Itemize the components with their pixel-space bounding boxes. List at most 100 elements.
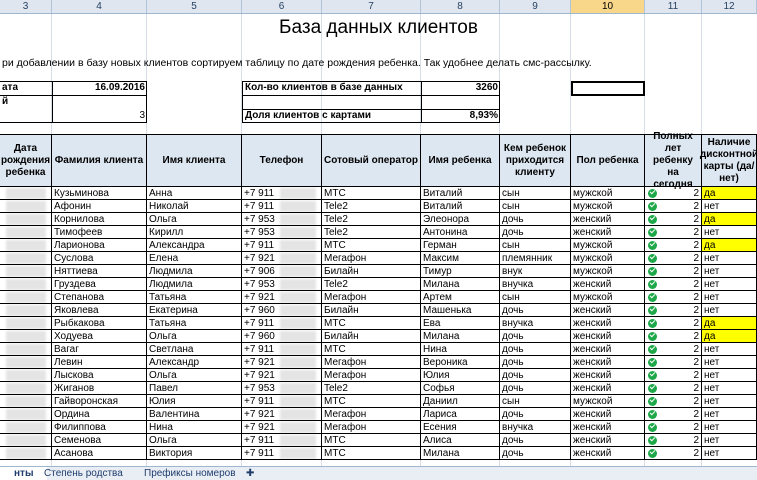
operator-cell[interactable]: Tele2	[322, 200, 421, 213]
phone-cell[interactable]: +7 953	[242, 382, 322, 395]
table-row[interactable]: Лыскова Ольга +7 921 Мегафон Юлия дочь женский…	[0, 369, 757, 382]
phone-cell[interactable]: +7 921	[242, 291, 322, 304]
child-cell[interactable]: Юлия	[421, 369, 500, 382]
card-cell[interactable]: да	[702, 187, 757, 200]
phone-cell[interactable]: +7 921	[242, 369, 322, 382]
table-row[interactable]: Тимофеев Кирилл +7 953 Tele2 Антонина дочь жен…	[0, 226, 757, 239]
phone-cell[interactable]: +7 906	[242, 265, 322, 278]
birth-date-cell[interactable]	[0, 434, 52, 447]
child-cell[interactable]: Даниил	[421, 395, 500, 408]
birth-date-cell[interactable]	[0, 421, 52, 434]
surname-cell[interactable]: Жиганов	[52, 382, 147, 395]
birth-date-cell[interactable]	[0, 369, 52, 382]
table-row[interactable]: Яковлева Екатерина +7 960 Билайн Машенька доч…	[0, 304, 757, 317]
relation-cell[interactable]: внучка	[500, 421, 571, 434]
gender-cell[interactable]: женский	[571, 278, 645, 291]
name-cell[interactable]: Ольга	[147, 434, 242, 447]
table-row[interactable]: Ходуева Ольга +7 960 Билайн Милана дочь женски…	[0, 330, 757, 343]
sheet-grid[interactable]: База данных клиентов ри добавлении в баз…	[0, 14, 757, 466]
card-cell[interactable]: нет	[702, 356, 757, 369]
phone-cell[interactable]: +7 953	[242, 213, 322, 226]
age-cell[interactable]: 2	[645, 447, 702, 460]
age-cell[interactable]: 2	[645, 356, 702, 369]
column-header[interactable]: 12	[702, 0, 757, 13]
phone-cell[interactable]: +7 921	[242, 356, 322, 369]
name-cell[interactable]: Людмила	[147, 265, 242, 278]
operator-cell[interactable]: МТС	[322, 317, 421, 330]
operator-cell[interactable]: Tele2	[322, 278, 421, 291]
birth-date-cell[interactable]	[0, 252, 52, 265]
relation-cell[interactable]: племянник	[500, 252, 571, 265]
surname-cell[interactable]: Семенова	[52, 434, 147, 447]
column-header[interactable]: 5	[147, 0, 242, 13]
card-cell[interactable]: нет	[702, 278, 757, 291]
child-cell[interactable]: Милана	[421, 447, 500, 460]
column-header[interactable]: 4	[52, 0, 147, 13]
table-row[interactable]: Ордина Валентина +7 921 Мегафон Лариса дочь же…	[0, 408, 757, 421]
birth-date-cell[interactable]	[0, 317, 52, 330]
card-cell[interactable]: нет	[702, 447, 757, 460]
birth-date-cell[interactable]	[0, 265, 52, 278]
operator-cell[interactable]: Tele2	[322, 226, 421, 239]
surname-cell[interactable]: Вагаг	[52, 343, 147, 356]
relation-cell[interactable]: внучка	[500, 278, 571, 291]
birth-date-cell[interactable]	[0, 447, 52, 460]
column-header[interactable]: 9	[500, 0, 571, 13]
column-header[interactable]: 8	[421, 0, 500, 13]
operator-cell[interactable]: МТС	[322, 434, 421, 447]
card-cell[interactable]: нет	[702, 304, 757, 317]
column-header[interactable]: 6	[242, 0, 322, 13]
age-cell[interactable]: 2	[645, 421, 702, 434]
operator-cell[interactable]: Мегафон	[322, 408, 421, 421]
name-cell[interactable]: Кирилл	[147, 226, 242, 239]
child-cell[interactable]: Лариса	[421, 408, 500, 421]
child-cell[interactable]: Антонина	[421, 226, 500, 239]
surname-cell[interactable]: Кузьминова	[52, 187, 147, 200]
surname-cell[interactable]: Яковлева	[52, 304, 147, 317]
age-cell[interactable]: 2	[645, 187, 702, 200]
age-cell[interactable]: 2	[645, 291, 702, 304]
operator-cell[interactable]: МТС	[322, 343, 421, 356]
birth-date-cell[interactable]	[0, 187, 52, 200]
gender-cell[interactable]: мужской	[571, 239, 645, 252]
phone-cell[interactable]: +7 911	[242, 187, 322, 200]
birth-date-cell[interactable]	[0, 278, 52, 291]
relation-cell[interactable]: сын	[500, 200, 571, 213]
name-cell[interactable]: Нина	[147, 421, 242, 434]
name-cell[interactable]: Ольга	[147, 213, 242, 226]
card-cell[interactable]: нет	[702, 421, 757, 434]
operator-cell[interactable]: Мегафон	[322, 369, 421, 382]
card-cell[interactable]: нет	[702, 252, 757, 265]
gender-cell[interactable]: женский	[571, 304, 645, 317]
birth-date-cell[interactable]	[0, 239, 52, 252]
phone-cell[interactable]: +7 911	[242, 395, 322, 408]
relation-cell[interactable]: сын	[500, 395, 571, 408]
column-header[interactable]: 7	[322, 0, 421, 13]
name-cell[interactable]: Виктория	[147, 447, 242, 460]
gender-cell[interactable]: мужской	[571, 187, 645, 200]
operator-cell[interactable]: Билайн	[322, 265, 421, 278]
age-cell[interactable]: 2	[645, 252, 702, 265]
card-cell[interactable]: нет	[702, 291, 757, 304]
phone-cell[interactable]: +7 953	[242, 226, 322, 239]
phone-cell[interactable]: +7 953	[242, 278, 322, 291]
birth-date-cell[interactable]	[0, 291, 52, 304]
name-cell[interactable]: Александра	[147, 239, 242, 252]
phone-cell[interactable]: +7 960	[242, 304, 322, 317]
operator-cell[interactable]: МТС	[322, 187, 421, 200]
phone-cell[interactable]: +7 911	[242, 343, 322, 356]
card-cell[interactable]: нет	[702, 382, 757, 395]
child-cell[interactable]: Артем	[421, 291, 500, 304]
table-row[interactable]: Степанова Татьяна +7 921 Мегафон Артем сын муж…	[0, 291, 757, 304]
operator-cell[interactable]: Билайн	[322, 330, 421, 343]
table-row[interactable]: Ларионова Александра +7 911 МТС Герман сын муж…	[0, 239, 757, 252]
column-header[interactable]: 3	[0, 0, 52, 13]
sheet-tab-relation[interactable]: Степень родства	[30, 467, 137, 480]
table-row[interactable]: Семенова Ольга +7 911 МТС Алиса дочь женский 2 н…	[0, 434, 757, 447]
table-row[interactable]: Няттиева Людмила +7 906 Билайн Тимур внук мужс…	[0, 265, 757, 278]
surname-cell[interactable]: Корнилова	[52, 213, 147, 226]
table-row[interactable]: Жиганов Павел +7 953 Tele2 Софья дочь женский 2…	[0, 382, 757, 395]
name-cell[interactable]: Людмила	[147, 278, 242, 291]
surname-cell[interactable]: Тимофеев	[52, 226, 147, 239]
age-cell[interactable]: 2	[645, 330, 702, 343]
